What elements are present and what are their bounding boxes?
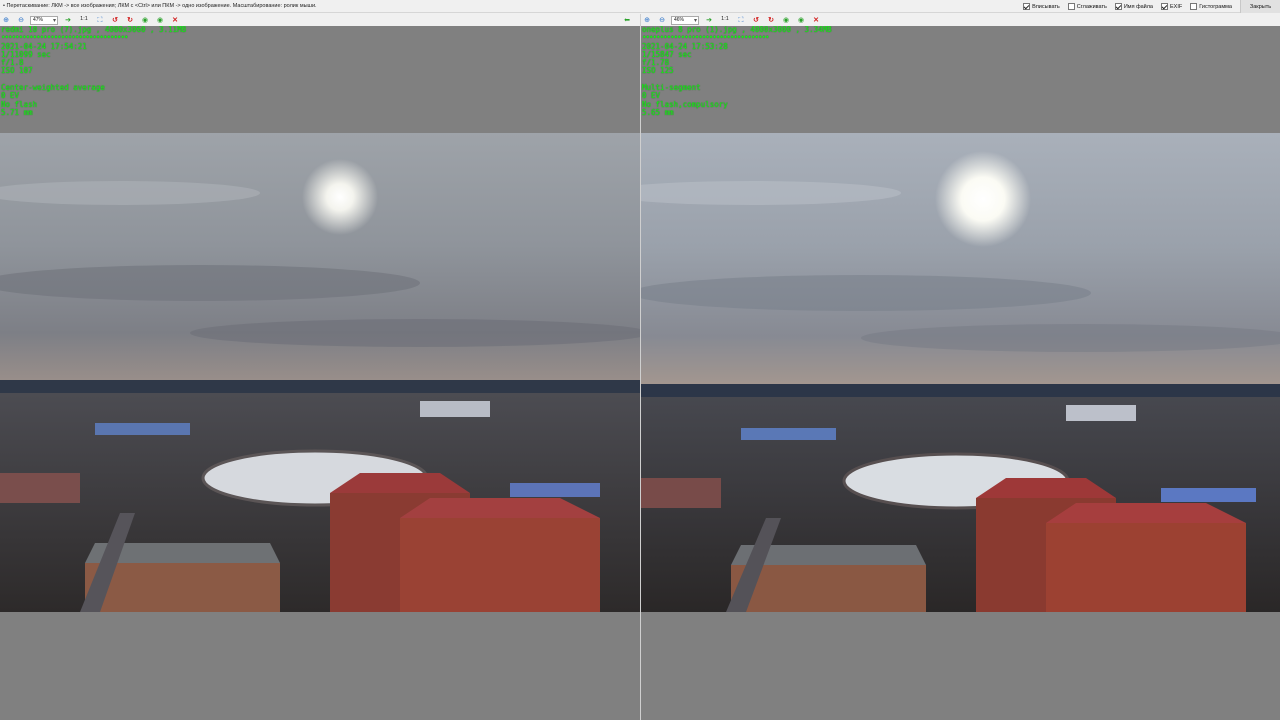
right-image-pane[interactable]: oneplus 8 pro (1).jpg , 4000x3000 , 3.34…	[641, 26, 1280, 720]
back-arrow-icon[interactable]: ⬅	[621, 14, 633, 26]
left-photo[interactable]	[0, 133, 640, 612]
left-shutter: 1/11099 sec	[1, 49, 51, 59]
left-metering: Center-weighted average	[1, 83, 105, 93]
option-smooth[interactable]: Сглаживать	[1067, 3, 1107, 10]
hint-text: • Перетаскивание: ЛКМ -> все изображения…	[3, 3, 317, 9]
right-toolbar: ⊕ ⊖ 46% ➔ 1:1 ⛶ ↺ ↻ ◉ ◉ ✕	[641, 14, 1280, 26]
left-photo-illustration	[0, 133, 640, 612]
histogram-checkbox[interactable]	[1190, 3, 1198, 10]
next-arrow-icon[interactable]: ➔	[62, 14, 74, 26]
previous-image-icon[interactable]: ◉	[139, 14, 151, 26]
left-iso: ISO 107	[1, 66, 33, 76]
right-photo[interactable]	[641, 133, 1280, 612]
next-arrow-icon[interactable]: ➔	[703, 14, 715, 26]
left-one-to-one-button[interactable]: 1:1	[77, 14, 91, 26]
rotate-right-icon[interactable]: ↻	[124, 14, 136, 26]
option-exif[interactable]: EXIF	[1161, 3, 1182, 10]
close-button[interactable]: Закрыть	[1240, 0, 1280, 13]
right-iso: ISO 125	[642, 66, 674, 76]
left-zoom-select[interactable]: 47%	[30, 15, 58, 25]
option-histogram[interactable]: Гистограмма	[1190, 3, 1232, 10]
right-photo-illustration	[641, 133, 1280, 612]
right-shutter: 1/15847 sec	[642, 49, 692, 59]
zoom-out-icon[interactable]: ⊖	[15, 14, 27, 26]
next-image-icon[interactable]: ◉	[154, 14, 166, 26]
right-exif-overlay: oneplus 8 pro (1).jpg , 4000x3000 , 3.34…	[642, 26, 832, 117]
left-image-pane[interactable]: redmi 10 pro (7).jpg , 4080x3060 , 3.11M…	[0, 26, 640, 720]
histogram-label: Гистограмма	[1199, 3, 1232, 10]
zoom-out-icon[interactable]: ⊖	[656, 14, 668, 26]
exif-checkbox[interactable]	[1161, 3, 1168, 10]
smooth-checkbox[interactable]	[1067, 3, 1075, 10]
options-group: Вписывать Сглаживать Имя файла EXIF Гист…	[1023, 0, 1280, 13]
option-filename[interactable]: Имя файла	[1114, 3, 1153, 10]
left-focal: 5.71 mm	[1, 107, 33, 117]
filename-checkbox[interactable]	[1114, 3, 1122, 10]
fit-checkbox[interactable]	[1023, 3, 1031, 10]
option-fit[interactable]: Вписывать	[1023, 3, 1060, 10]
filename-label: Имя файла	[1123, 3, 1153, 10]
zoom-in-icon[interactable]: ⊕	[641, 14, 653, 26]
fit-to-window-icon[interactable]: ⛶	[735, 14, 747, 26]
left-toolbar: ⊕ ⊖ 47% ➔ 1:1 ⛶ ↺ ↻ ◉ ◉ ✕ ⬅	[0, 14, 640, 26]
smooth-label: Сглаживать	[1076, 3, 1107, 10]
rotate-right-icon[interactable]: ↻	[765, 14, 777, 26]
close-x-icon[interactable]: ✕	[810, 14, 822, 26]
right-zoom-select[interactable]: 46%	[671, 15, 699, 25]
fit-label: Вписывать	[1032, 3, 1060, 10]
rotate-left-icon[interactable]: ↺	[109, 14, 121, 26]
right-focal: 5.65 mm	[642, 107, 674, 117]
zoom-in-icon[interactable]: ⊕	[0, 14, 12, 26]
right-metering: Multi-segment	[642, 83, 701, 93]
rotate-left-icon[interactable]: ↺	[750, 14, 762, 26]
hint-bar: • Перетаскивание: ЛКМ -> все изображения…	[0, 0, 1280, 13]
fit-to-window-icon[interactable]: ⛶	[94, 14, 106, 26]
right-one-to-one-button[interactable]: 1:1	[718, 14, 732, 26]
close-x-icon[interactable]: ✕	[169, 14, 181, 26]
exif-label: EXIF	[1170, 3, 1183, 10]
left-exif-overlay: redmi 10 pro (7).jpg , 4080x3060 , 3.11M…	[1, 26, 186, 117]
next-image-icon[interactable]: ◉	[795, 14, 807, 26]
previous-image-icon[interactable]: ◉	[780, 14, 792, 26]
